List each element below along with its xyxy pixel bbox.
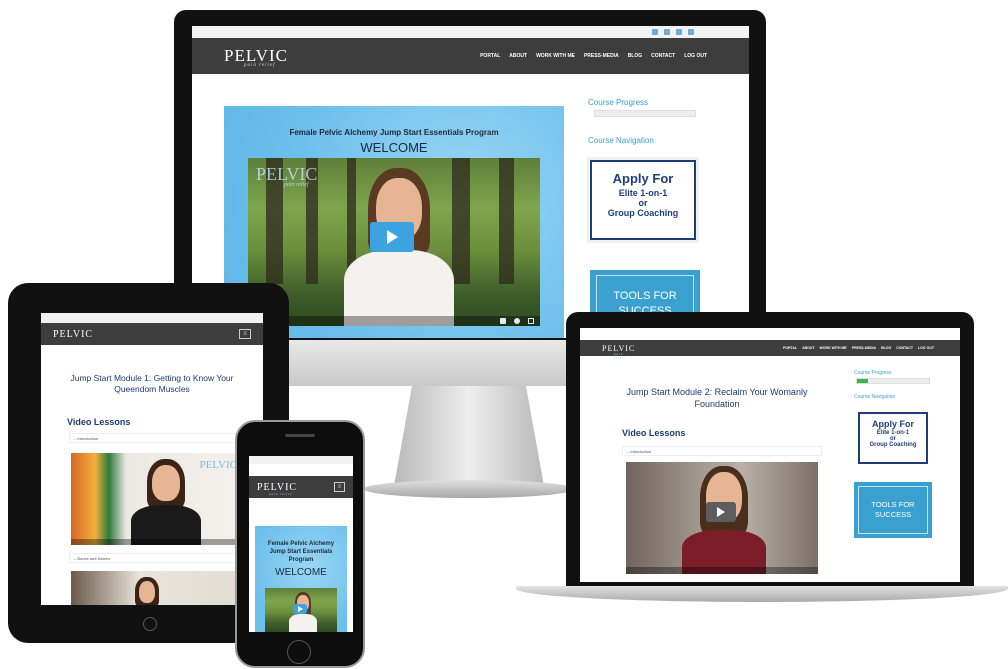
phone-logo-tagline: pain relief [269,491,293,496]
tablet-video-2[interactable] [71,571,243,605]
tablet-video-controls[interactable] [71,539,243,545]
logo-tagline: pain relief [244,63,276,68]
phone-banner-welcome: WELCOME [275,567,327,578]
laptop-nav-portal[interactable]: PORTAL [783,346,797,350]
apply-line-1: Apply For [612,171,674,186]
laptop-apply-coaching-button[interactable]: Apply For Elite 1-on-1 or Group Coaching [858,412,928,464]
banner-title: Female Pelvic Alchemy Jump Start Essenti… [289,128,499,137]
volume-icon[interactable] [500,318,506,324]
tablet-video-lessons-heading: Video Lessons [67,417,131,427]
laptop-tools-line-2: SUCCESS [874,510,912,519]
phone-welcome-banner: Female Pelvic Alchemy Jump Start Essenti… [255,526,347,632]
laptop-video-play-button[interactable] [706,502,736,522]
phone-video[interactable] [265,588,337,632]
laptop-tools-line-1: TOOLS FOR [871,500,915,509]
desktop-nav-links: PORTAL ABOUT WORK WITH ME PRESS-MEDIA BL… [480,53,707,59]
site-logo[interactable]: PELVIC pain relief [224,46,288,68]
menu-icon: ≡ [243,331,247,337]
laptop-video-lessons-heading: Video Lessons [622,428,686,438]
laptop-device: PELVIC pain relief PORTAL ABOUT WORK WIT… [516,312,1008,612]
course-navigation-label[interactable]: Course Navigation [588,136,654,145]
laptop-course-navigation-label[interactable]: Course Navigation [854,394,895,400]
laptop-navbar: PELVIC pain relief PORTAL ABOUT WORK WIT… [580,340,960,360]
social-icon-4[interactable] [688,29,694,35]
tablet-presenter [131,459,201,545]
nav-blog[interactable]: BLOG [628,53,642,59]
social-strip [192,26,749,38]
tablet-video-logo: PELVIC [199,459,238,471]
nav-work-with-me[interactable]: WORK WITH ME [536,53,575,59]
apply-line-3: or [638,198,648,208]
laptop-course-progress-label: Course Progress [854,370,892,376]
laptop-video[interactable] [626,462,818,574]
laptop-lesson-item-1[interactable]: – Introduction [622,446,822,456]
nav-contact[interactable]: CONTACT [651,53,675,59]
laptop-logo[interactable]: PELVIC pain relief [602,344,635,360]
tablet-status-bar [41,313,263,323]
tablet-video-1[interactable]: PELVIC [71,453,243,545]
phone-status-bar [249,456,353,464]
video-watermark-logo: PELVIC pain relief [256,164,318,188]
laptop-screen: PELVIC pain relief PORTAL ABOUT WORK WIT… [580,328,960,582]
tablet-home-button[interactable] [143,617,157,631]
laptop-module-title: Jump Start Module 2: Reclaim Your Womanl… [626,387,808,409]
tablet-lesson-item-1[interactable]: – Introduction [69,433,245,443]
welcome-video[interactable]: PELVIC pain relief [248,158,540,326]
tablet-module-title: Jump Start Module 1: Getting to Know You… [70,373,234,394]
nav-about[interactable]: ABOUT [509,53,527,59]
apply-line-4: Group Coaching [607,208,679,218]
laptop-nav-press-media[interactable]: PRESS-MEDIA [852,346,876,350]
social-icon-1[interactable] [652,29,658,35]
apply-coaching-button[interactable]: Apply For Elite 1-on-1 or Group Coaching [590,160,696,240]
phone-banner-title: Female Pelvic Alchemy Jump Start Essenti… [267,541,335,563]
social-icon-3[interactable] [676,29,682,35]
apply-line-2: Elite 1-on-1 [618,188,668,198]
phone-menu-icon: ≡ [337,484,342,490]
course-progress-label: Course Progress [588,98,649,107]
laptop-progress-fill [857,379,868,383]
laptop-nav-links: PORTAL ABOUT WORK WITH ME PRESS-MEDIA BL… [783,346,934,350]
laptop-nav-work-with-me[interactable]: WORK WITH ME [820,346,847,350]
laptop-nav-blog[interactable]: BLOG [881,346,891,350]
phone-logo[interactable]: PELVIC pain relief [257,482,297,496]
nav-press-media[interactable]: PRESS-MEDIA [584,53,619,59]
laptop-course-progress-bar [856,378,930,384]
tablet-menu-button[interactable]: ≡ [239,329,251,339]
tablet-logo[interactable]: PELVIC [53,329,93,340]
laptop-video-controls[interactable] [626,567,818,574]
tablet-screen: PELVIC ≡ Jump Start Module 1: Getting to… [41,313,263,605]
phone-navbar: PELVIC pain relief ≡ [249,476,353,498]
tablet-lesson-item-2[interactable]: – Bones and Names [69,553,245,563]
course-progress-bar [594,110,696,117]
tools-line-1: TOOLS FOR [613,290,677,302]
tablet-navbar: PELVIC ≡ [41,323,263,345]
nav-portal[interactable]: PORTAL [480,53,500,59]
laptop-base [516,586,1008,602]
social-icon-2[interactable] [664,29,670,35]
phone-speaker [285,434,315,437]
laptop-apply-line-4: Group Coaching [869,442,917,448]
video-controls[interactable] [248,316,540,326]
phone-menu-button[interactable]: ≡ [334,482,345,492]
desktop-navbar: PELVIC pain relief PORTAL ABOUT WORK WIT… [192,38,749,74]
laptop-apply-line-1: Apply For [872,419,914,429]
tablet-presenter-2 [127,577,167,605]
laptop-tools-for-success-button[interactable]: TOOLS FOR SUCCESS [854,482,932,538]
laptop-nav-contact[interactable]: CONTACT [896,346,913,350]
phone-device: PELVIC pain relief ≡ Female Pelvic Alche… [235,420,365,668]
nav-log-out[interactable]: LOG OUT [684,53,707,59]
phone-video-play-button[interactable] [293,604,307,614]
laptop-logo-tagline: pain relief [614,351,627,360]
phone-home-button[interactable] [287,640,311,664]
laptop-nav-log-out[interactable]: LOG OUT [918,346,934,350]
banner-welcome: WELCOME [360,140,428,155]
laptop-nav-about[interactable]: ABOUT [802,346,814,350]
video-play-button[interactable] [370,222,414,252]
phone-screen: PELVIC pain relief ≡ Female Pelvic Alche… [249,456,353,632]
